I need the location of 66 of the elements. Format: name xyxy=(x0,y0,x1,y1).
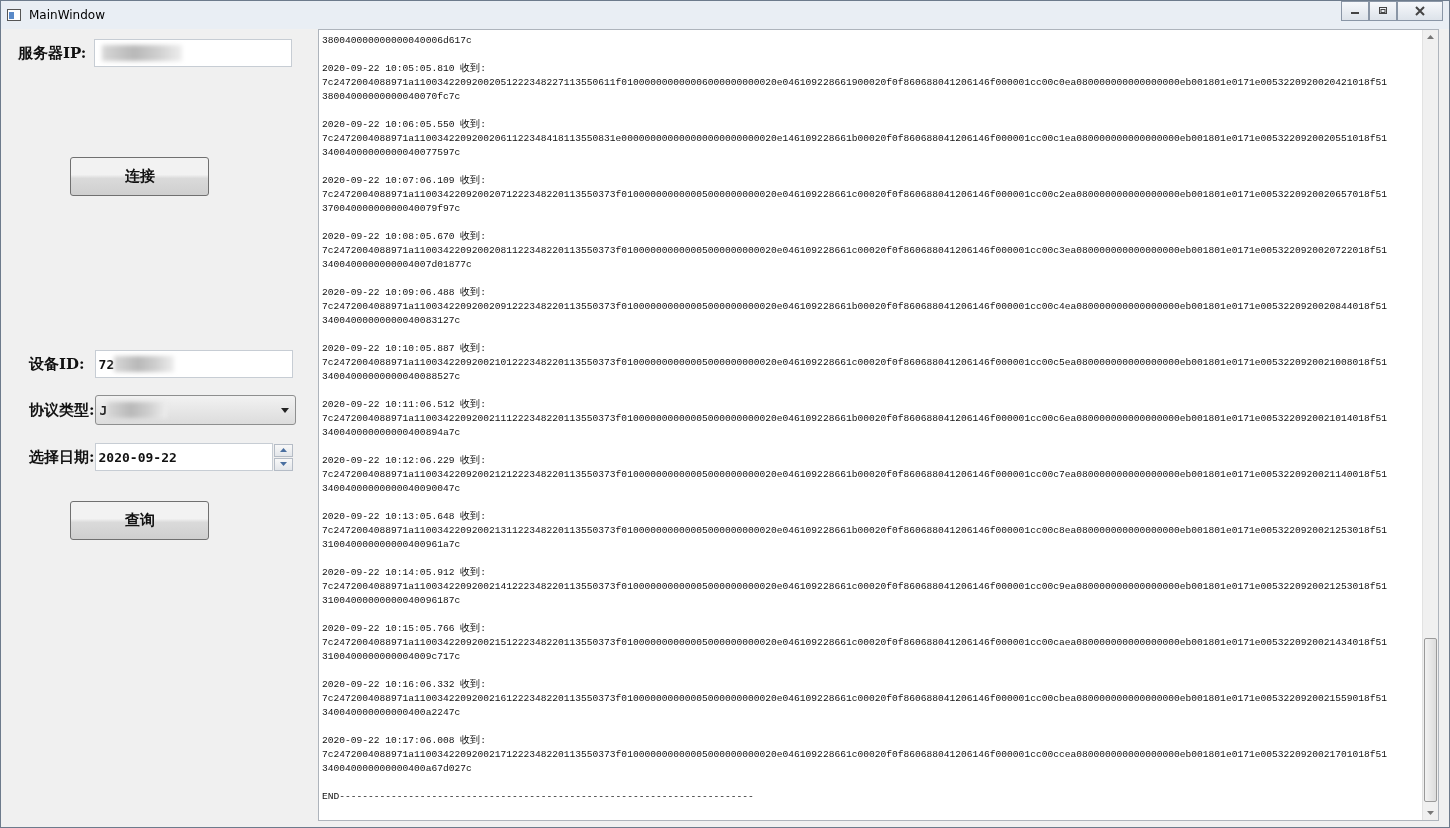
field-label: 服务器IP: xyxy=(18,43,87,63)
log-line: 7c2472004088971a11003422092002171222348220113550373f010000000000005000000000020e046109228661c00020f0f860688041206146f000001cc00ccea080000000000000000eb001801e0171e0053220920021701018f51 xyxy=(322,748,1388,762)
log-timestamp: 2020-09-22 10:15:05.766 收到: xyxy=(322,622,486,636)
spin-up-button[interactable] xyxy=(273,443,293,457)
log-timestamp: 2020-09-22 10:09:06.488 收到: xyxy=(322,286,486,300)
log-line: 7c2472004088971a11003422092002151222348220113550373f010000000000005000000000020e046109228661c00020f0f860688041206146f000001cc00caea080000000000000000eb001801e0171e0053220920021434018f51 xyxy=(322,636,1388,650)
down-arrow-icon[interactable] xyxy=(1427,811,1434,815)
log-timestamp: 2020-09-22 10:17:06.008 收到: xyxy=(322,734,486,748)
log-line: 31004000000000040096187c xyxy=(322,594,461,608)
query-button[interactable]: 查询 xyxy=(70,501,209,540)
close-button[interactable] xyxy=(1397,1,1443,21)
minimize-button[interactable] xyxy=(1341,1,1369,21)
log-line: 340040000000000400a67d027c xyxy=(322,762,472,776)
field-label: 设备ID: xyxy=(29,354,85,374)
log-line: 37004000000000040079f97c xyxy=(322,202,461,216)
log-line: 3400400000000004007d01877c xyxy=(322,258,472,272)
log-line: 340040000000000400a2247c xyxy=(322,706,461,720)
caret-icon xyxy=(280,407,289,413)
log-line: 7c2472004088971a11003422092002081122348220113550373f010000000000005000000000020e046109228661c00020f0f860688041206146f000001cc00c3ea080000000000000000eb001801e0171e0053220920020722018f51 xyxy=(322,244,1388,258)
app-icon xyxy=(7,9,21,21)
scrollbar-thumb[interactable] xyxy=(1424,638,1437,802)
up-arrow-icon[interactable] xyxy=(1427,35,1434,39)
log-timestamp: 2020-09-22 10:06:05.550 收到: xyxy=(322,118,486,132)
field-label: 选择日期: xyxy=(29,447,95,467)
log-line: 7c2472004088971a11003422092002091222348220113550373f010000000000005000000000020e046109228661b00020f0f860688041206146f000001cc00c4ea080000000000000000eb001801e0171e0053220920020844018f51 xyxy=(322,300,1388,314)
log-timestamp: 2020-09-22 10:13:05.648 收到: xyxy=(322,510,486,524)
log-timestamp: 2020-09-22 10:16:06.332 收到: xyxy=(322,678,486,692)
server-ip-field[interactable] xyxy=(94,39,293,67)
field-label: 协议类型: xyxy=(29,400,95,420)
date-field[interactable]: 2020-09-22 xyxy=(94,443,273,471)
log-line: 380040000000000040006d617c xyxy=(322,34,472,48)
log-line: 38004000000000040070fc7c xyxy=(322,90,461,104)
log-line: 7c2472004088971a11003422092002121222348220113550373f010000000000005000000000020e046109228661b00020f0f860688041206146f000001cc00c7ea080000000000000000eb001801e0171e0053220920021140018f51 xyxy=(322,468,1388,482)
log-timestamp: 2020-09-22 10:12:06.229 收到: xyxy=(322,454,486,468)
log-timestamp: 2020-09-22 10:08:05.670 收到: xyxy=(322,230,486,244)
log-line: 34004000000000040083127c xyxy=(322,314,461,328)
restore-icon xyxy=(1378,6,1388,16)
log-line: 340040000000000400894a7c xyxy=(322,426,461,440)
log-line: 7c2472004088971a11003422092002071222348220113550373f010000000000005000000000020e046109228661c00020f0f860688041206146f000001cc00c2ea080000000000000000eb001801e0171e0053220920020657018f51 xyxy=(322,188,1388,202)
close-icon xyxy=(1414,6,1426,16)
down-arrow-icon xyxy=(279,462,287,466)
log-timestamp: 2020-09-22 10:05:05.810 收到: xyxy=(322,62,486,76)
log-line: 7c2472004088971a11003422092002131122348220113550373f010000000000005000000000020e046109228661b00020f0f860688041206146f000001cc00c8ea080000000000000000eb001801e0171e0053220920021253018f51 xyxy=(322,524,1388,538)
log-line: 310040000000000400961a7c xyxy=(322,538,461,552)
connect-button[interactable]: 连接 xyxy=(70,157,209,196)
spin-down-button[interactable] xyxy=(273,457,293,471)
log-line: 34004000000000040088527c xyxy=(322,370,461,384)
log-line: 7c2472004088971a11003422092002161222348220113550373f010000000000005000000000020e046109228661c00020f0f860688041206146f000001cc00cbea080000000000000000eb001801e0171e0053220920021559018f51 xyxy=(322,692,1388,706)
log-line: 7c2472004088971a11003422092002051222348227113550611f010000000000006000000000020e046109228661900020f0f860688041206146f000001cc00c0ea080000000000000000eb001801e0171e0053220920020421018f51 xyxy=(322,76,1388,90)
log-line: 34004000000000040077597c xyxy=(322,146,461,160)
log-line: 7c2472004088971a11003422092002061122348418113550831e000000000000000000000000020e146109228661b00020f0f860688041206146f000001cc00c1ea080000000000000000eb001801e0171e0053220920020551018f51 xyxy=(322,132,1388,146)
log-timestamp: 2020-09-22 10:10:05.887 收到: xyxy=(322,342,486,356)
device-id-field[interactable]: 72 xyxy=(94,350,293,378)
up-arrow-icon xyxy=(279,448,287,452)
maximize-button[interactable] xyxy=(1369,1,1397,21)
log-timestamp: 2020-09-22 10:07:06.109 收到: xyxy=(322,174,486,188)
protocol-dropdown[interactable]: J xyxy=(94,395,296,425)
log-line: 34004000000000040090047c xyxy=(322,482,461,496)
log-line: 7c2472004088971a11003422092002111222348220113550373f010000000000005000000000020e046109228661b00020f0f860688041206146f000001cc00c6ea080000000000000000eb001801e0171e0053220920021014018f51 xyxy=(322,412,1388,426)
window-title: MainWindow xyxy=(29,8,105,22)
log-line: 7c2472004088971a11003422092002101222348220113550373f010000000000005000000000020e046109228661c00020f0f860688041206146f000001cc00c5ea080000000000000000eb001801e0171e0053220920021008018f51 xyxy=(322,356,1388,370)
log-line: 3100400000000004009c717c xyxy=(322,650,461,664)
log-line: 7c2472004088971a11003422092002141222348220113550373f010000000000005000000000020e046109228661c00020f0f860688041206146f000001cc00c9ea080000000000000000eb001801e0171e0053220920021253018f51 xyxy=(322,580,1388,594)
log-timestamp: 2020-09-22 10:14:05.912 收到: xyxy=(322,566,486,580)
log-timestamp: 2020-09-22 10:11:06.512 收到: xyxy=(322,398,486,412)
log-end-line: END------------------------------------------------------------------------ xyxy=(322,790,754,804)
